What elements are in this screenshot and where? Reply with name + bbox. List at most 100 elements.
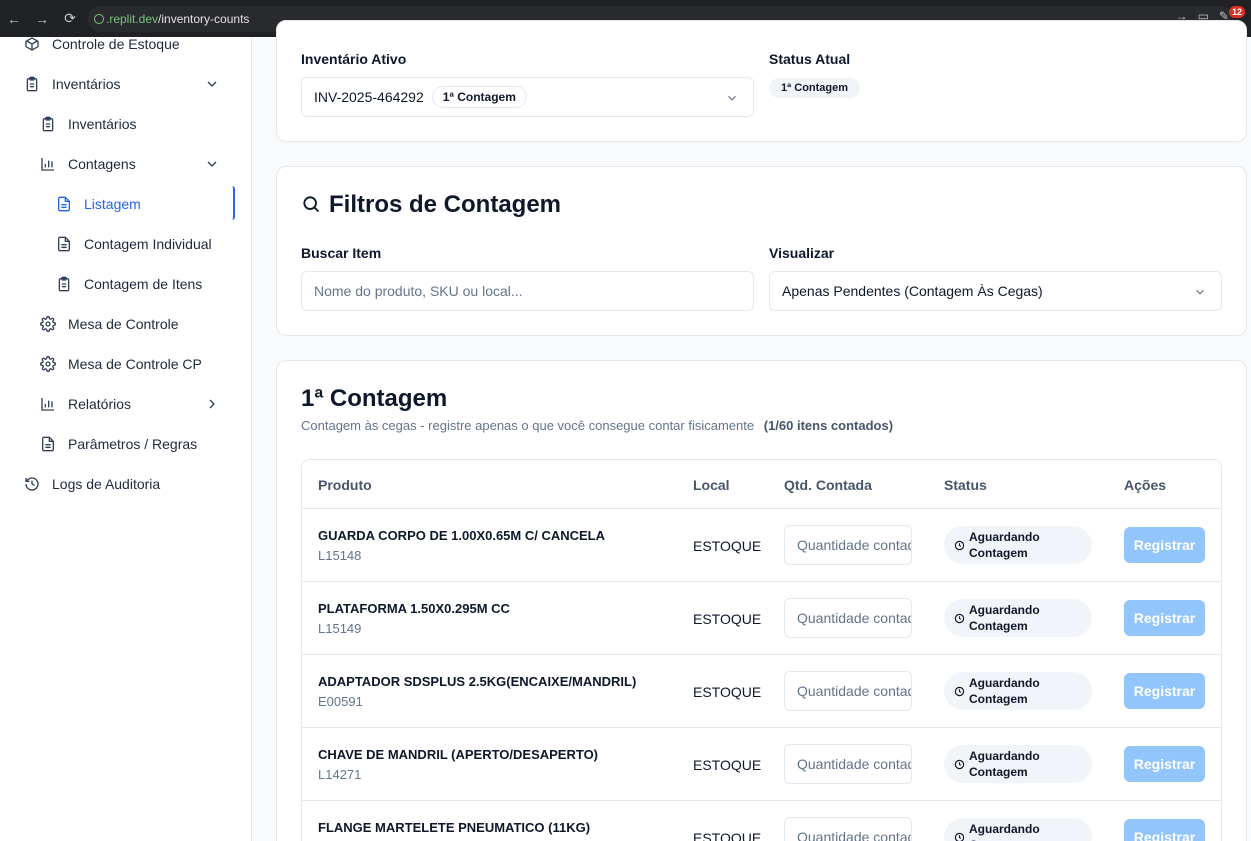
status-line: Aguardando <box>969 603 1040 617</box>
sidebar-item-label: Inventários <box>68 116 137 132</box>
product-sku: E00591 <box>318 694 363 709</box>
clipboard-icon <box>40 116 56 132</box>
status-line: Contagem <box>969 619 1028 633</box>
sidebar-item-label: Contagem de Itens <box>84 276 203 292</box>
quantity-input[interactable]: Quantidade contada <box>784 598 912 638</box>
bar-chart-icon <box>40 396 56 412</box>
sidebar-item-label: Mesa de Controle CP <box>68 356 202 372</box>
register-button[interactable]: Registrar <box>1124 527 1205 563</box>
chevron-down-icon <box>1196 289 1204 295</box>
sidebar-item-mesa-controle-cp[interactable]: Mesa de Controle CP <box>40 346 220 382</box>
chevron-down-icon[interactable] <box>204 76 220 92</box>
gear-icon <box>40 356 56 372</box>
site-info-icon[interactable] <box>94 13 104 24</box>
table-row: PLATAFORMA 1.50X0.295M CC L15149 ESTOQUE… <box>302 581 1221 654</box>
product-name: PLATAFORMA 1.50X0.295M CC <box>318 601 510 616</box>
counting-subtitle: Contagem às cegas - registre apenas o qu… <box>301 418 893 433</box>
sidebar-item-label: Parâmetros / Regras <box>68 436 198 452</box>
register-button[interactable]: Registrar <box>1124 746 1205 782</box>
sidebar-item-mesa-controle[interactable]: Mesa de Controle <box>40 306 220 342</box>
active-indicator <box>232 186 235 220</box>
url-path: /inventory-counts <box>158 11 250 26</box>
product-name: ADAPTADOR SDSPLUS 2.5KG(ENCAIXE/MANDRIL) <box>318 674 637 689</box>
sidebar-item-contagem-individual[interactable]: Contagem Individual <box>56 226 220 262</box>
sidebar-item-label: Contagem Individual <box>84 236 212 252</box>
box-icon <box>24 36 40 52</box>
file-text-icon <box>40 436 56 452</box>
file-text-icon <box>56 196 72 212</box>
search-label: Buscar Item <box>301 245 382 261</box>
clock-icon <box>954 540 965 550</box>
chevron-right-icon[interactable] <box>204 396 220 412</box>
table-row: GUARDA CORPO DE 1.00X0.65M C/ CANCELA L1… <box>302 508 1221 581</box>
status-line: Contagem <box>969 692 1028 706</box>
status-line: Contagem <box>969 765 1028 779</box>
sidebar-item-listagem[interactable]: Listagem <box>56 186 220 222</box>
view-select[interactable]: Apenas Pendentes (Contagem Às Cegas) <box>769 271 1222 311</box>
sidebar-item-label: Controle de Estoque <box>52 36 180 52</box>
status-line: Aguardando <box>969 822 1040 836</box>
status-badge: Aguardando Contagem <box>944 745 1092 783</box>
status-line: Aguardando <box>969 749 1040 763</box>
status-badge: Aguardando Contagem <box>944 526 1092 564</box>
product-location: ESTOQUE <box>693 538 762 554</box>
status-badge: Aguardando Contagem <box>944 672 1092 710</box>
url-domain: .replit.dev <box>106 11 159 26</box>
quantity-input[interactable]: Quantidade contada <box>784 744 912 784</box>
history-icon <box>24 476 40 492</box>
counting-title: 1ª Contagem <box>301 385 448 412</box>
product-sku: L14271 <box>318 767 362 782</box>
sidebar-item-label: Mesa de Controle <box>68 316 179 332</box>
table-row: FLANGE MARTELETE PNEUMATICO (11KG) ESTOQ… <box>302 800 1221 841</box>
product-name: CHAVE DE MANDRIL (APERTO/DESAPERTO) <box>318 747 599 762</box>
sidebar-item-label: Logs de Auditoria <box>52 476 161 492</box>
chevron-down-icon <box>728 95 736 101</box>
column-header: Qtd. Contada <box>784 477 872 493</box>
active-inventory-label: Inventário Ativo <box>301 51 407 67</box>
table-row: CHAVE DE MANDRIL (APERTO/DESAPERTO) L142… <box>302 727 1221 800</box>
reload-icon[interactable]: ⟳ <box>56 10 84 27</box>
register-button[interactable]: Registrar <box>1124 600 1205 636</box>
search-input[interactable]: Nome do produto, SKU ou local... <box>301 271 754 311</box>
search-icon <box>303 196 320 213</box>
quantity-input[interactable]: Quantidade contada <box>784 817 912 841</box>
quantity-input[interactable]: Quantidade contada <box>784 525 912 565</box>
sidebar-item-contagens[interactable]: Contagens <box>40 146 220 182</box>
sidebar-item-parametros[interactable]: Parâmetros / Regras <box>40 426 220 462</box>
inventory-select[interactable]: INV-2025-464292 1ª Contagem <box>301 77 754 117</box>
clock-icon <box>954 613 965 623</box>
sidebar-item-controle-estoque[interactable]: Controle de Estoque <box>24 26 220 62</box>
status-line: Contagem <box>969 546 1028 560</box>
count-table: Produto Local Qtd. Contada Status Ações … <box>301 459 1222 841</box>
sidebar-item-logs-auditoria[interactable]: Logs de Auditoria <box>24 466 220 502</box>
register-button[interactable]: Registrar <box>1124 673 1205 709</box>
table-row: ADAPTADOR SDSPLUS 2.5KG(ENCAIXE/MANDRIL)… <box>302 654 1221 727</box>
current-status-badge: 1ª Contagem <box>769 78 861 98</box>
sidebar: Controle de Estoque Inventários Inventár… <box>0 36 252 841</box>
register-button[interactable]: Registrar <box>1124 819 1205 841</box>
column-header: Local <box>693 477 730 493</box>
back-icon[interactable]: ← <box>0 11 28 27</box>
chevron-down-icon[interactable] <box>204 156 220 172</box>
sidebar-item-contagem-itens[interactable]: Contagem de Itens <box>56 266 220 302</box>
product-location: ESTOQUE <box>693 684 762 700</box>
forward-icon[interactable]: → <box>28 11 56 27</box>
quantity-input[interactable]: Quantidade contada <box>784 671 912 711</box>
clipboard-icon <box>56 276 72 292</box>
product-location: ESTOQUE <box>693 611 762 627</box>
clock-icon <box>954 686 965 696</box>
view-label: Visualizar <box>769 245 835 261</box>
sidebar-item-label: Inventários <box>52 76 121 92</box>
product-name: FLANGE MARTELETE PNEUMATICO (11KG) <box>318 820 591 835</box>
product-sku: L15148 <box>318 548 362 563</box>
product-name: GUARDA CORPO DE 1.00X0.65M C/ CANCELA <box>318 528 606 543</box>
column-header: Produto <box>318 477 372 493</box>
sidebar-item-relatorios[interactable]: Relatórios <box>40 386 220 422</box>
inventory-count-badge: 1ª Contagem <box>431 86 527 108</box>
sidebar-item-label: Listagem <box>84 196 141 212</box>
counting-description: Contagem às cegas - registre apenas o qu… <box>301 418 755 433</box>
clock-icon <box>954 832 965 841</box>
sidebar-item-inventarios[interactable]: Inventários <box>40 106 220 142</box>
notification-badge: 12 <box>1228 6 1245 18</box>
sidebar-item-inventarios-group[interactable]: Inventários <box>24 66 220 102</box>
